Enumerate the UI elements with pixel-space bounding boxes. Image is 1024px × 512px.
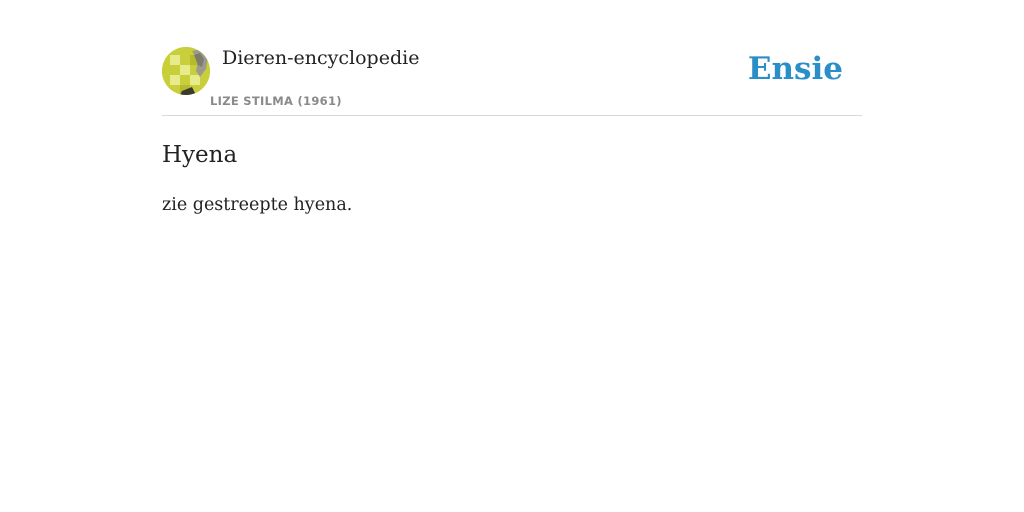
entry-title: Hyena (162, 142, 238, 168)
page: Dieren-encyclopedie LIZE STILMA (1961) E… (162, 0, 862, 218)
entry-body: zie gestreepte hyena. (162, 195, 353, 215)
book-header: Dieren-encyclopedie LIZE STILMA (1961) E… (162, 47, 862, 116)
ensie-logo-link[interactable]: Ensie (748, 51, 843, 87)
book-cover-icon (162, 47, 210, 95)
book-title-link[interactable]: Dieren-encyclopedie (222, 47, 419, 69)
book-cover-avatar[interactable] (162, 47, 210, 95)
author-label: LIZE STILMA (1961) (210, 94, 342, 108)
